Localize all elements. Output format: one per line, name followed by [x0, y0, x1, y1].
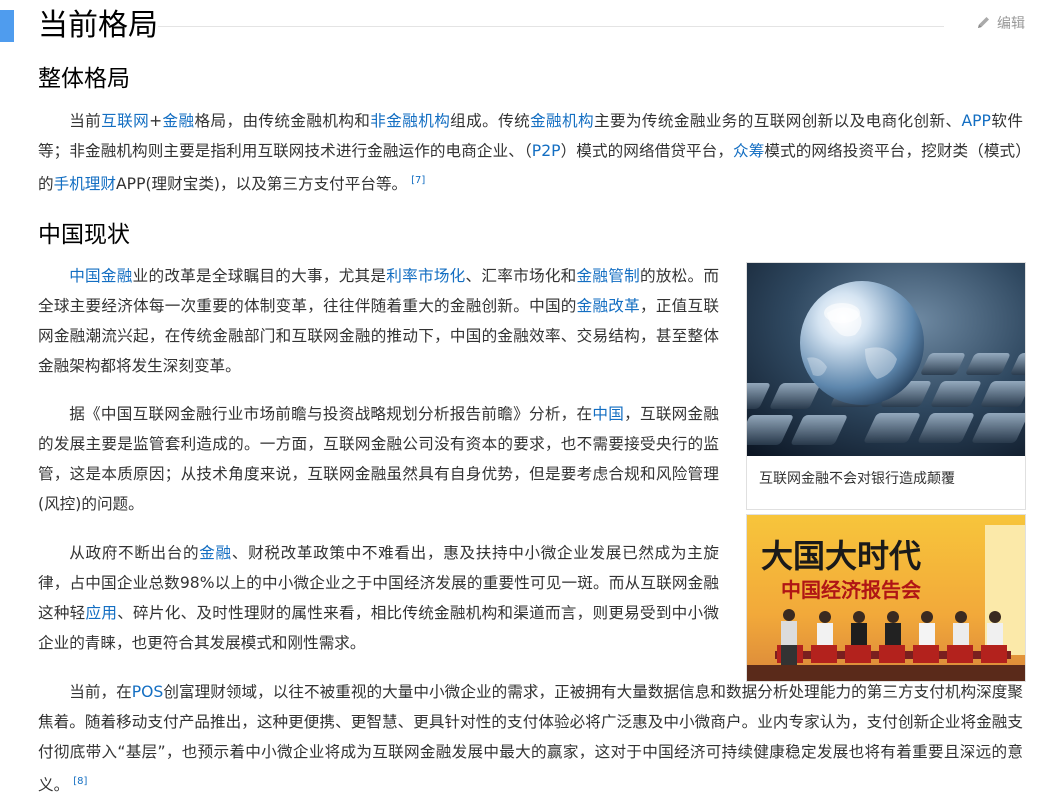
reference-7[interactable]: [7]	[411, 175, 425, 186]
link-crowdfunding[interactable]: 众筹	[733, 142, 764, 160]
link-mobile-finance[interactable]: 手机理财	[54, 175, 116, 193]
conference-photo[interactable]: 大国大时代 中国经济报告会	[747, 515, 1025, 681]
paragraph-sme-policy: 从政府不断出台的金融、财税改革政策中不难看出，惠及扶持中小微企业发展已然成为主旋…	[38, 544, 719, 652]
link-non-financial-institution[interactable]: 非金融机构	[370, 112, 450, 130]
link-financial-regulation[interactable]: 金融管制	[577, 267, 640, 285]
figure-globe-keyboard[interactable]: 互联网金融不会对银行造成颠覆	[746, 262, 1026, 510]
link-pos[interactable]: POS	[132, 683, 164, 701]
section-divider	[158, 26, 944, 27]
link-finance-policy[interactable]: 金融	[199, 544, 232, 562]
paragraph-report-analysis: 据《中国互联网金融行业市场前瞻与投资战略规划分析报告前瞻》分析，在中国，互联网金…	[38, 405, 719, 513]
link-internet[interactable]: 互联网	[101, 112, 149, 130]
paragraph-overall: 当前互联网+金融格局，由传统金融机构和非金融机构组成。传统金融机构主要为传统金融…	[38, 112, 1023, 193]
link-financial-reform[interactable]: 金融改革	[577, 297, 640, 315]
link-interest-rate-marketization[interactable]: 利率市场化	[386, 267, 465, 285]
globe-keyboard-image[interactable]	[747, 263, 1025, 456]
link-china[interactable]: 中国	[592, 405, 624, 423]
paragraph-china-reform: 中国金融业的改革是全球瞩目的大事，尤其是利率市场化、汇率市场化和金融管制的放松。…	[38, 267, 719, 375]
link-finance[interactable]: 金融	[162, 112, 194, 130]
section-accent-bar	[0, 10, 14, 42]
figure-conference[interactable]: 大国大时代 中国经济报告会	[746, 514, 1026, 682]
banner-subtitle: 中国经济报告会	[781, 578, 921, 602]
banner-title: 大国大时代	[761, 537, 921, 575]
link-app[interactable]: APP	[961, 112, 990, 130]
link-financial-institution[interactable]: 金融机构	[530, 112, 594, 130]
link-china-finance[interactable]: 中国金融	[69, 267, 132, 285]
subsection-title-overall: 整体格局	[38, 66, 130, 92]
section-title: 当前格局	[38, 8, 158, 43]
reference-8[interactable]: [8]	[73, 776, 87, 787]
subsection-title-china: 中国现状	[38, 222, 130, 248]
paragraph-pos-payment: 当前，在POS创富理财领域，以往不被重视的大量中小微企业的需求，正被拥有大量数据…	[38, 683, 1023, 794]
edit-button[interactable]: 编辑	[976, 14, 1025, 34]
link-p2p[interactable]: P2P	[532, 142, 561, 160]
edit-label: 编辑	[997, 16, 1025, 32]
link-application[interactable]: 应用	[86, 604, 118, 622]
pencil-icon	[976, 15, 991, 30]
figure-caption: 互联网金融不会对银行造成颠覆	[759, 471, 955, 487]
